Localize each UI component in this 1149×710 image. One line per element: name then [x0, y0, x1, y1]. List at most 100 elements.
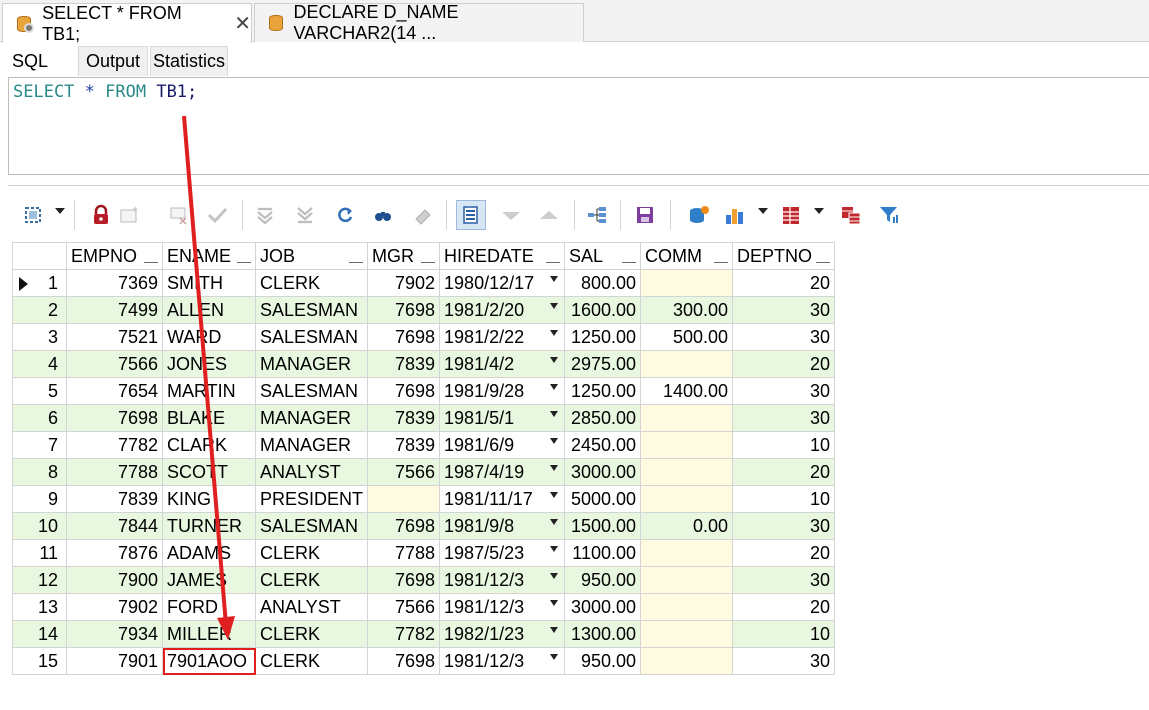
grid-cell[interactable]: 10	[732, 431, 836, 459]
grid-cell[interactable]: 10	[732, 485, 836, 513]
grid-cell[interactable]	[640, 350, 734, 378]
table-row[interactable]: 13 7902 FORD ANALYST 7566 1981/12/3 3000.00 20	[12, 593, 836, 621]
date-picker-chevron-icon[interactable]	[550, 465, 559, 471]
grid-cell[interactable]: 7839	[367, 404, 441, 432]
grid-cell[interactable]: 2450.00	[564, 431, 642, 459]
grid-cell[interactable]: CLARK	[162, 431, 256, 459]
table-row[interactable]: 10 7844 TURNER SALESMAN 7698 1981/9/8 1500.00 0…	[12, 512, 836, 540]
column-header[interactable]: JOB	[254, 242, 369, 270]
grid-cell[interactable]: PRESIDENT	[254, 485, 369, 513]
date-picker-chevron-icon[interactable]	[550, 573, 559, 579]
grid-cell[interactable]: 20	[732, 539, 836, 567]
table-row[interactable]: 4 7566 JONES MANAGER 7839 1981/4/2 2975.00 20	[12, 350, 836, 378]
grid-cell[interactable]: 2975.00	[564, 350, 642, 378]
grid-cell[interactable]: 1250.00	[564, 323, 642, 351]
grid-cell[interactable]: 7839	[367, 350, 441, 378]
grid-cell[interactable]: 7698	[367, 296, 441, 324]
date-picker-chevron-icon[interactable]	[550, 654, 559, 660]
table-row[interactable]: 3 7521 WARD SALESMAN 7698 1981/2/22 1250.00 500…	[12, 323, 836, 351]
grid-cell[interactable]: 3000.00	[564, 458, 642, 486]
grid-cell[interactable]: 7788	[367, 539, 441, 567]
grid-cell[interactable]: 3000.00	[564, 593, 642, 621]
grid-cell[interactable]	[640, 431, 734, 459]
grid-cell[interactable]: 7902	[66, 593, 163, 621]
date-picker-chevron-icon[interactable]	[550, 492, 559, 498]
grid-cell[interactable]: 20	[732, 458, 836, 486]
column-header[interactable]: COMM	[640, 242, 734, 270]
grid-cell[interactable]: 500.00	[640, 323, 734, 351]
tab-output[interactable]: Output	[78, 46, 148, 76]
grid-cell[interactable]: 7782	[367, 620, 441, 648]
grid-cell[interactable]: 20	[732, 269, 836, 297]
grid-cell[interactable]: ALLEN	[162, 296, 256, 324]
grid-cell[interactable]: 0.00	[640, 512, 734, 540]
table-row[interactable]: 14 7934 MILLER CLERK 7782 1982/1/23 1300.00 10	[12, 620, 836, 648]
columns-icon[interactable]	[778, 202, 804, 228]
grid-cell[interactable]: 1981/11/17	[439, 485, 566, 513]
grid-cell[interactable]	[640, 269, 734, 297]
grid-cell[interactable]	[367, 485, 441, 513]
grid-cell[interactable]: 7902	[367, 269, 441, 297]
result-grid[interactable]: EMPNO ENAME JOB MGR HIREDATE SAL COMM DE…	[12, 242, 836, 675]
grid-cell[interactable]: 7566	[367, 458, 441, 486]
grid-cell[interactable]: JAMES	[162, 566, 256, 594]
table-row[interactable]: 2 7499 ALLEN SALESMAN 7698 1981/2/20 1600.00 30…	[12, 296, 836, 324]
grid-cell[interactable]: SCOTT	[162, 458, 256, 486]
grid-cell[interactable]: 1300.00	[564, 620, 642, 648]
grid-cell[interactable]	[640, 404, 734, 432]
grid-cell[interactable]	[640, 593, 734, 621]
table-row[interactable]: 12 7900 JAMES CLERK 7698 1981/12/3 950.00 30	[12, 566, 836, 594]
date-picker-chevron-icon[interactable]	[550, 627, 559, 633]
grid-cell[interactable]: 1982/1/23	[439, 620, 566, 648]
grid-cell[interactable]: CLERK	[254, 269, 369, 297]
last-record-icon[interactable]	[292, 202, 318, 228]
grid-cell[interactable]: 30	[732, 404, 836, 432]
table-row[interactable]: 7 7782 CLARK MANAGER 7839 1981/6/9 2450.00 10	[12, 431, 836, 459]
grid-cell[interactable]: 1981/9/8	[439, 512, 566, 540]
grid-cell[interactable]: 7876	[66, 539, 163, 567]
sort-asc-icon[interactable]	[536, 202, 562, 228]
grid-cell[interactable]: 30	[732, 323, 836, 351]
grid-cell[interactable]: 800.00	[564, 269, 642, 297]
grid-cell[interactable]: MANAGER	[254, 431, 369, 459]
date-picker-chevron-icon[interactable]	[550, 600, 559, 606]
chevron-down-icon[interactable]	[814, 208, 824, 214]
grid-cell[interactable]: 7566	[367, 593, 441, 621]
grid-cell[interactable]: 7788	[66, 458, 163, 486]
save-icon[interactable]	[632, 202, 658, 228]
grid-cell[interactable]: 1100.00	[564, 539, 642, 567]
compare-icon[interactable]	[838, 202, 864, 228]
grid-cell[interactable]	[640, 485, 734, 513]
grid-cell[interactable]: SMITH	[162, 269, 256, 297]
column-header[interactable]: HIREDATE	[439, 242, 566, 270]
grid-cell[interactable]: 1250.00	[564, 377, 642, 405]
grid-cell[interactable]: 7698	[367, 566, 441, 594]
table-row[interactable]: 9 7839 KING PRESIDENT 1981/11/17 5000.00 10	[12, 485, 836, 513]
tree-icon[interactable]	[584, 202, 610, 228]
date-picker-chevron-icon[interactable]	[550, 303, 559, 309]
grid-cell[interactable]: 1981/2/20	[439, 296, 566, 324]
table-row[interactable]: 11 7876 ADAMS CLERK 7788 1987/5/23 1100.00 20	[12, 539, 836, 567]
db-export-icon[interactable]	[686, 202, 712, 228]
column-header[interactable]: EMPNO	[66, 242, 163, 270]
eraser-icon[interactable]	[410, 202, 436, 228]
grid-cell[interactable]: SALESMAN	[254, 377, 369, 405]
grid-cell[interactable]: 7521	[66, 323, 163, 351]
editor-tab-declare[interactable]: DECLARE D_NAME VARCHAR2(14 ...	[254, 2, 584, 43]
grid-cell[interactable]: 7844	[66, 512, 163, 540]
date-picker-chevron-icon[interactable]	[550, 276, 559, 282]
grid-cell[interactable]: MILLER	[162, 620, 256, 648]
filter-icon[interactable]	[876, 202, 902, 228]
grid-cell[interactable]: 1987/5/23	[439, 539, 566, 567]
grid-cell[interactable]: MANAGER	[254, 350, 369, 378]
date-picker-chevron-icon[interactable]	[550, 438, 559, 444]
grid-cell[interactable]: ANALYST	[254, 458, 369, 486]
grid-cell[interactable]: 1981/6/9	[439, 431, 566, 459]
grid-cell[interactable]: 30	[732, 296, 836, 324]
chevron-down-icon[interactable]	[758, 208, 768, 214]
grid-cell[interactable]: 950.00	[564, 566, 642, 594]
grid-cell[interactable]: MARTIN	[162, 377, 256, 405]
date-picker-chevron-icon[interactable]	[550, 330, 559, 336]
grid-cell[interactable]: JONES	[162, 350, 256, 378]
grid-cell[interactable]: 1981/4/2	[439, 350, 566, 378]
